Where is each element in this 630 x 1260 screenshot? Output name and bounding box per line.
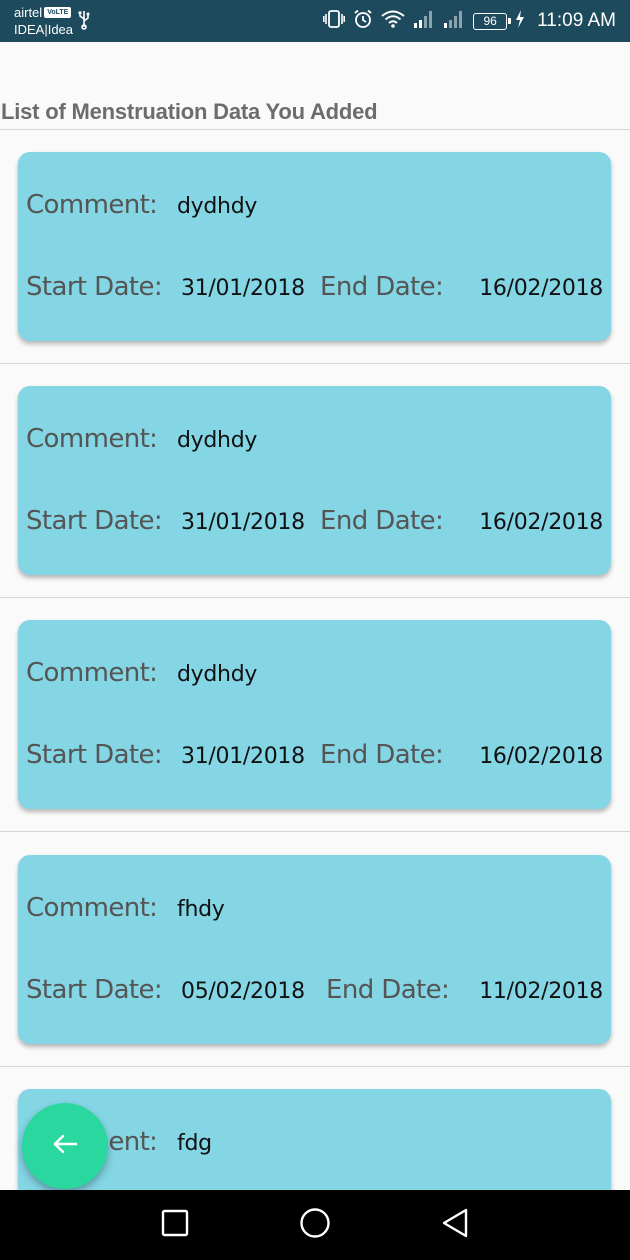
back-fab-button[interactable] — [22, 1103, 108, 1189]
carrier-name-secondary: IDEA|Idea — [14, 22, 74, 37]
end-date-value: 16/02/2018 — [479, 510, 603, 535]
start-date-value: 31/01/2018 — [181, 276, 305, 301]
comment-value: fhdy — [177, 897, 225, 922]
status-bar: airtel VoLTE IDEA|Idea 96 11:09 AM — [0, 0, 630, 42]
recents-square-icon — [161, 1209, 189, 1242]
comment-value: dydhdy — [177, 428, 258, 453]
comment-value: dydhdy — [177, 662, 258, 687]
comment-label: Comment: — [26, 893, 158, 923]
comment-label: Comment: — [26, 424, 158, 454]
list-item: Comment: dydhdy Start Date: 31/01/2018 E… — [0, 130, 630, 364]
battery-icon: 96 — [473, 12, 512, 30]
signal-icon — [413, 9, 435, 34]
clock: 11:09 AM — [537, 10, 616, 31]
charging-icon — [515, 9, 525, 33]
carrier-name: airtel — [14, 5, 43, 20]
end-date-label: End Date: — [320, 272, 444, 302]
end-date-label: End Date: — [326, 975, 450, 1005]
start-date-value: 05/02/2018 — [181, 979, 305, 1004]
vibrate-icon — [323, 9, 346, 34]
carrier-info: airtel VoLTE IDEA|Idea — [14, 4, 73, 38]
start-date-label: Start Date: — [26, 272, 163, 302]
home-circle-icon — [299, 1207, 331, 1244]
comment-value: fdg — [177, 1131, 212, 1156]
wifi-icon — [381, 9, 405, 34]
start-date-label: Start Date: — [26, 740, 163, 770]
entry-card[interactable]: Comment: fhdy Start Date: 05/02/2018 End… — [18, 855, 611, 1044]
list-item: Comment: fhdy Start Date: 05/02/2018 End… — [0, 833, 630, 1067]
end-date-label: End Date: — [320, 740, 444, 770]
page-title: List of Menstruation Data You Added — [1, 99, 378, 124]
end-date-value: 11/02/2018 — [479, 979, 603, 1004]
entry-card[interactable]: Comment: dydhdy Start Date: 31/01/2018 E… — [18, 620, 611, 809]
volte-badge: VoLTE — [44, 7, 72, 18]
start-date-value: 31/01/2018 — [181, 744, 305, 769]
navigation-bar — [0, 1190, 630, 1260]
back-button[interactable] — [439, 1207, 471, 1244]
entry-card[interactable]: Comment: dydhdy Start Date: 31/01/2018 E… — [18, 152, 611, 341]
end-date-value: 16/02/2018 — [479, 276, 603, 301]
usb-icon — [78, 10, 90, 35]
list-header: List of Menstruation Data You Added — [0, 96, 630, 130]
start-date-label: Start Date: — [26, 975, 163, 1005]
arrow-left-icon — [52, 1133, 78, 1160]
alarm-icon — [353, 9, 373, 34]
home-button[interactable] — [299, 1207, 331, 1244]
end-date-label: End Date: — [320, 506, 444, 536]
start-date-value: 31/01/2018 — [181, 510, 305, 535]
start-date-label: Start Date: — [26, 506, 163, 536]
comment-label: Comment: — [26, 658, 158, 688]
comment-value: dydhdy — [177, 194, 258, 219]
entry-card[interactable]: Comment: dydhdy Start Date: 31/01/2018 E… — [18, 386, 611, 575]
list-item: Comment: dydhdy Start Date: 31/01/2018 E… — [0, 364, 630, 598]
end-date-value: 16/02/2018 — [479, 744, 603, 769]
signal-icon — [443, 9, 465, 34]
list-item: Comment: dydhdy Start Date: 31/01/2018 E… — [0, 598, 630, 832]
back-triangle-icon — [440, 1207, 470, 1244]
comment-label: Comment: — [26, 190, 158, 220]
recents-button[interactable] — [159, 1209, 191, 1241]
